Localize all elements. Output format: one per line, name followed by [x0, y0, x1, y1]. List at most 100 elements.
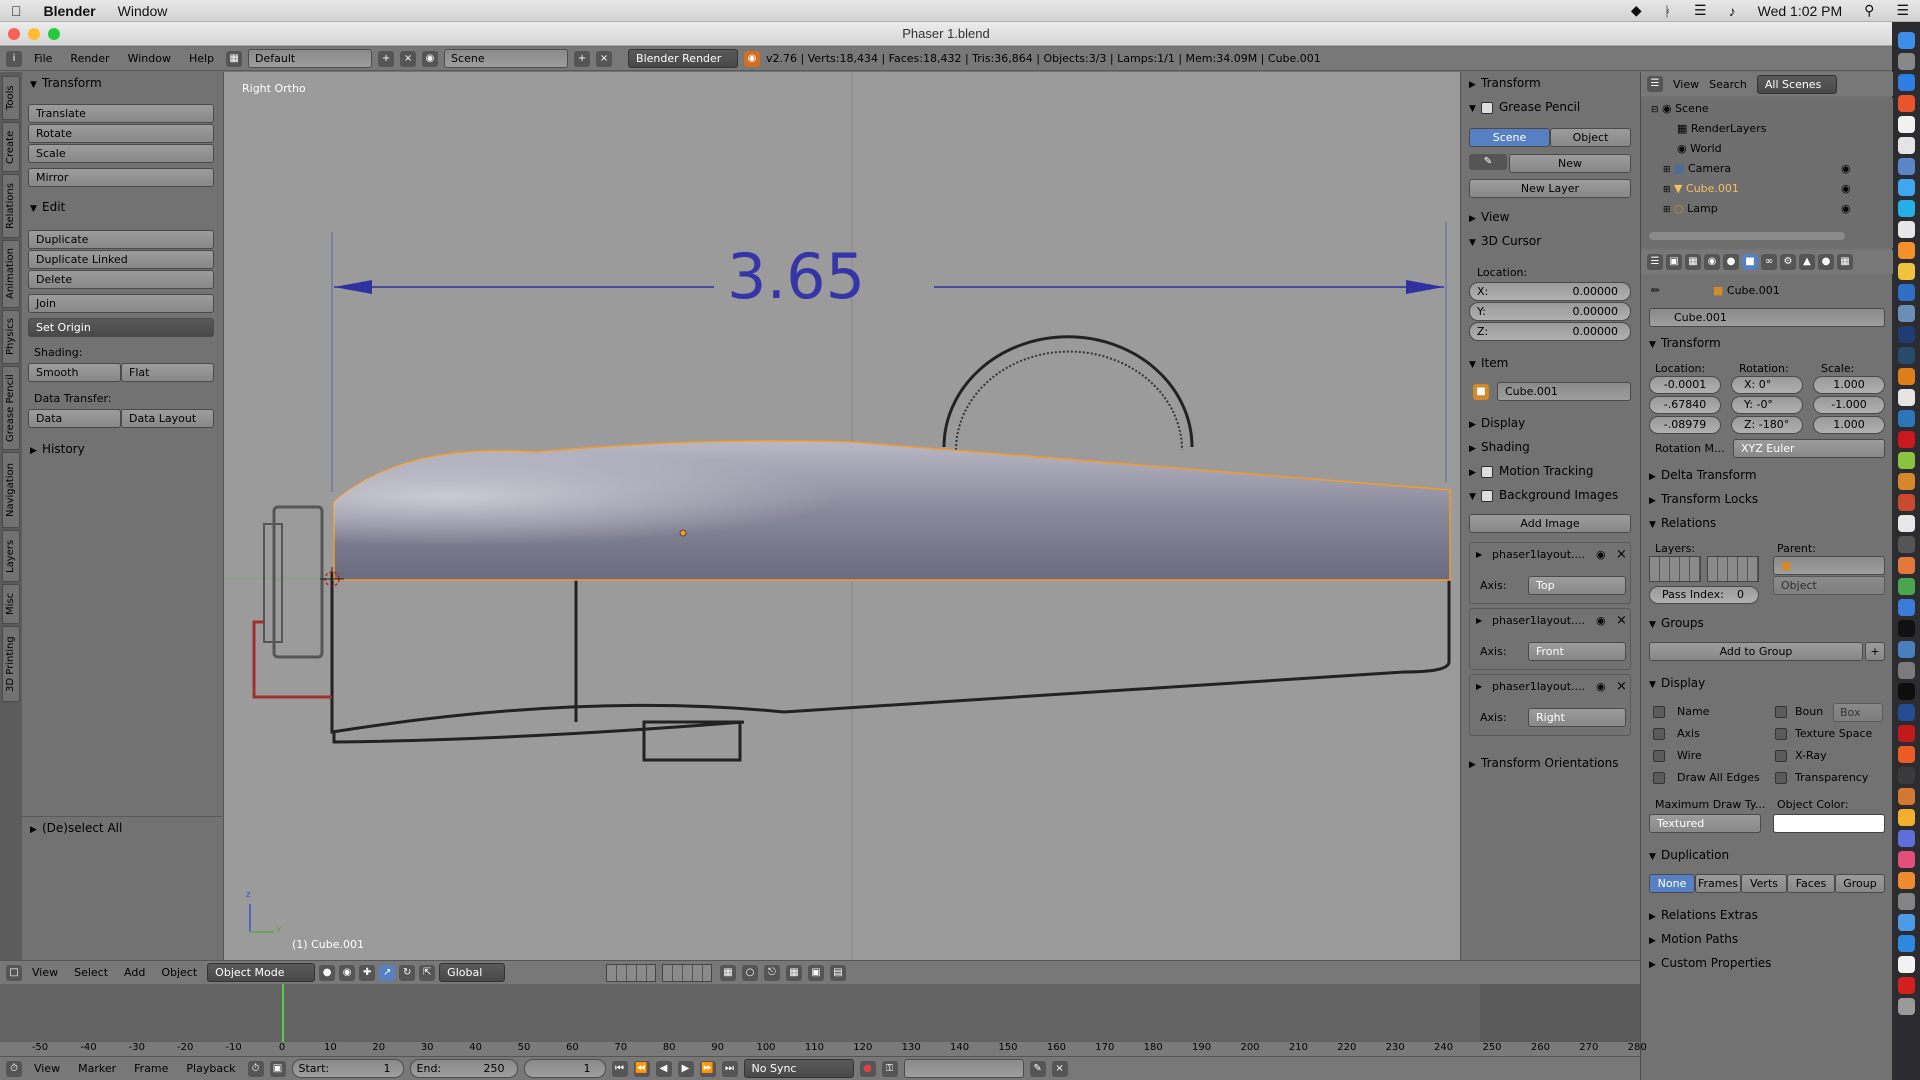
data-layout-button[interactable]: Data Layout [121, 409, 214, 428]
display-draw-all-edges-checkbox[interactable]: Draw All Edges [1653, 770, 1763, 792]
record-icon[interactable]: ● [859, 1060, 876, 1077]
calendar-icon[interactable] [1897, 137, 1915, 154]
render-engine-select[interactable]: Blender Render [628, 49, 739, 68]
tab-layers[interactable]: Layers [2, 530, 20, 582]
rotation-mode-select[interactable]: XYZ Euler [1733, 439, 1885, 458]
pivot-point-icon[interactable]: ◉ [339, 964, 356, 981]
eye-icon[interactable]: ◉ [1596, 548, 1606, 561]
location-x-field[interactable]: -0.0001 [1649, 376, 1721, 394]
bg-image-name[interactable]: phaser1layout.... [1492, 680, 1585, 693]
expand-icon[interactable]: ▶ [1476, 682, 1482, 691]
view3d-select-menu[interactable]: Select [68, 966, 114, 979]
scale-z-field[interactable]: 1.000 [1813, 416, 1885, 434]
view3d-add-menu[interactable]: Add [118, 966, 151, 979]
join-button[interactable]: Join [28, 294, 214, 313]
dropbox-icon[interactable]: ◆ [1620, 2, 1653, 19]
jump-start-icon[interactable]: ⏮ [611, 1060, 628, 1077]
editor-type-icon[interactable]: i [6, 50, 22, 67]
tab-physics[interactable]: Physics [2, 310, 20, 364]
trash-icon[interactable] [1897, 998, 1915, 1015]
end-frame-field[interactable]: End: 250 [409, 1059, 518, 1078]
texture-tab-icon[interactable]: ▦ [1837, 254, 1853, 270]
object-name-field[interactable]: Cube.001 [1649, 308, 1885, 327]
remove-icon[interactable]: × [1616, 547, 1627, 562]
scene-layers-a[interactable] [606, 964, 656, 982]
gp-new-layer-button[interactable]: New Layer [1469, 179, 1631, 198]
app-store-icon[interactable] [1897, 284, 1915, 301]
bluetooth-icon[interactable]: ᛓ [1653, 3, 1683, 19]
play-icon[interactable]: ▶ [677, 1060, 694, 1077]
grease-pencil-header[interactable]: ▼ Grease Pencil [1461, 96, 1639, 118]
keynote-icon[interactable] [1897, 788, 1915, 805]
scene-field[interactable]: Scene [444, 49, 569, 68]
bridge-icon[interactable] [1897, 473, 1915, 490]
timeline[interactable]: -50 -40 -30 -20 -10 0 10 20 30 40 50 60 70 80 90 100 110… [0, 984, 1647, 1056]
apple-icon[interactable]:  [0, 3, 33, 19]
outliner-item-camera[interactable]: ⊞ ▨ Camera [1663, 162, 1731, 175]
timeline-frame-menu[interactable]: Frame [128, 1062, 174, 1075]
gp-new-button[interactable]: New [1509, 154, 1631, 173]
terminal-icon[interactable] [1897, 620, 1915, 637]
start-frame-field[interactable]: Start: 1 [291, 1059, 404, 1078]
outliner-item-cube-001[interactable]: ⊞ ▼ Cube.001 [1663, 182, 1739, 195]
remove-icon[interactable]: × [1616, 679, 1627, 694]
pass-index-field[interactable]: Pass Index: 0 [1649, 586, 1759, 604]
safari-icon[interactable] [1897, 74, 1915, 91]
keying-set-icon[interactable]: ⚿ [881, 1060, 898, 1077]
display-name-checkbox[interactable]: Name [1653, 704, 1763, 726]
menu-help[interactable]: Help [183, 52, 220, 65]
snap-element-icon[interactable]: ▦ [786, 965, 802, 981]
photoshop-icon[interactable] [1897, 326, 1915, 343]
maps-icon[interactable] [1897, 641, 1915, 658]
illustrator-icon[interactable] [1897, 368, 1915, 385]
delta-transform-header[interactable]: ▶ Delta Transform [1641, 464, 1891, 486]
duplicate-linked-button[interactable]: Duplicate Linked [28, 250, 214, 269]
bg-image-name[interactable]: phaser1layout.... [1492, 548, 1585, 561]
axis-select[interactable]: Top [1528, 576, 1626, 595]
play-reverse-icon[interactable]: ◀ [655, 1060, 672, 1077]
set-origin-select[interactable]: Set Origin [28, 318, 214, 337]
location-y-field[interactable]: -.67840 [1649, 396, 1721, 414]
volume-icon[interactable]: ♪ [1718, 3, 1747, 19]
unity-hub-icon[interactable] [1897, 683, 1915, 700]
mail-icon[interactable] [1897, 158, 1915, 175]
display-mode-select[interactable]: All Scenes [1756, 74, 1837, 94]
timeline-editor-icon[interactable]: ⏱ [6, 1060, 22, 1077]
itunes-icon[interactable] [1897, 851, 1915, 868]
steam-icon[interactable] [1897, 704, 1915, 721]
props-transform-header[interactable]: ▼ Transform [1641, 332, 1891, 354]
menu-window[interactable]: Window [122, 52, 177, 65]
lr-icon[interactable] [1897, 410, 1915, 427]
viewport-shading-icon[interactable]: ● [319, 964, 336, 981]
lock-range-icon[interactable]: ▣ [269, 1060, 286, 1077]
timeline-view-menu[interactable]: View [28, 1062, 66, 1075]
n-display-header[interactable]: ▶ Display [1461, 412, 1639, 434]
outliner-item-world[interactable]: ◉ World [1677, 142, 1722, 155]
flat-button[interactable]: Flat [121, 363, 214, 382]
preview-range-icon[interactable]: ⏱ [247, 1060, 264, 1077]
rotation-x-field[interactable]: X: 0° [1731, 376, 1803, 394]
dup-group-button[interactable]: Group [1835, 874, 1885, 893]
add-layout-icon[interactable]: + [378, 50, 395, 67]
delete-button[interactable]: Delete [28, 270, 214, 289]
sync-mode-select[interactable]: No Sync [743, 1059, 854, 1078]
background-images-header[interactable]: ▼ Background Images [1461, 484, 1639, 506]
notification-icon[interactable]: ☰ [1885, 2, 1920, 19]
skype-icon[interactable] [1897, 179, 1915, 196]
constraints-tab-icon[interactable]: ∞ [1761, 254, 1777, 270]
remove-icon[interactable]: × [1616, 613, 1627, 628]
render-layers-tab-icon[interactable]: ▦ [1685, 254, 1701, 270]
airdrop-icon[interactable] [1897, 935, 1915, 952]
n-transform-header[interactable]: ▶ Transform [1461, 72, 1639, 94]
vectorize-icon[interactable] [1897, 809, 1915, 826]
cursor-z-field[interactable]: Z: 0.00000 [1469, 322, 1631, 341]
minimize-window-icon[interactable] [28, 28, 40, 40]
bg-image-name[interactable]: phaser1layout.... [1492, 614, 1585, 627]
proportional-edit-icon[interactable]: ○ [742, 965, 758, 981]
tab-create[interactable]: Create [2, 122, 20, 172]
insert-keyframe-icon[interactable]: ✎ [1029, 1060, 1046, 1077]
edit-panel-header[interactable]: ▼ Edit [22, 196, 222, 218]
translate-manipulator-icon[interactable]: ↗ [379, 964, 396, 981]
object-color-swatch[interactable] [1773, 814, 1885, 833]
snap-icon[interactable]: ⎋ [764, 965, 780, 981]
